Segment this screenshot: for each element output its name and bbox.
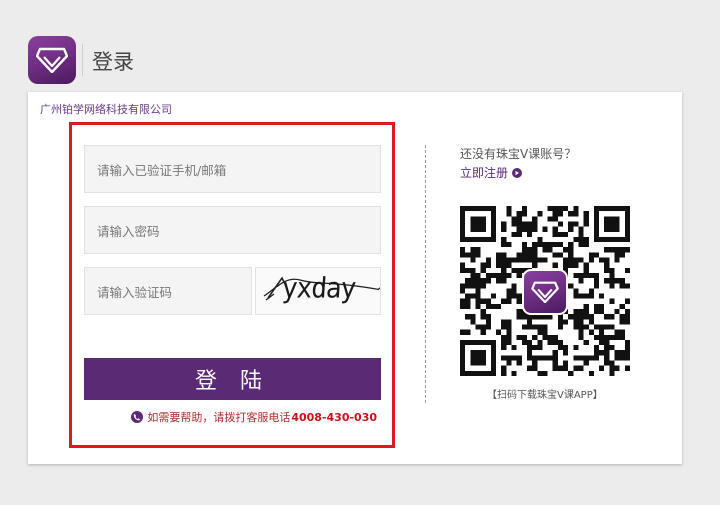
phone-icon [131,411,144,423]
header-divider [82,44,83,76]
login-button[interactable]: 登 陆 [84,358,381,400]
help-phone: 4008-430-030 [291,410,377,424]
captcha-image[interactable]: yxday [255,267,381,315]
captcha-input[interactable]: 请输入验证码 [84,267,252,315]
login-card: 广州铂学网络科技有限公司 请输入已验证手机/邮箱 请输入密码 请输入验证码 yx… [28,92,682,464]
qr-caption: 【扫码下载珠宝V课APP】 [487,390,603,401]
password-input[interactable]: 请输入密码 [84,206,381,254]
register-label: 立即注册 [460,166,509,180]
captcha-text: yxday [280,272,357,306]
diamond-icon [531,281,559,303]
phone-email-input[interactable]: 请输入已验证手机/邮箱 [84,145,381,193]
play-icon [512,167,523,178]
diamond-icon [36,47,68,73]
page-title: 登录 [92,50,134,74]
register-link[interactable]: 立即注册 [460,164,523,181]
help-text: 如需要帮助，请拨打客服电话 [147,411,291,424]
page-header: 登录 [0,0,720,92]
no-account-text: 还没有珠宝V课账号？ [460,147,577,161]
company-name: 广州铂学网络科技有限公司 [40,103,172,116]
help-line: 如需要帮助，请拨打客服电话 4008-430-030 [131,409,377,425]
login-form: 请输入已验证手机/邮箱 请输入密码 请输入验证码 yxday 登 陆 如需要帮助… [69,122,395,448]
qr-center-logo [522,269,568,315]
app-logo [28,36,76,84]
vertical-divider [425,145,426,403]
